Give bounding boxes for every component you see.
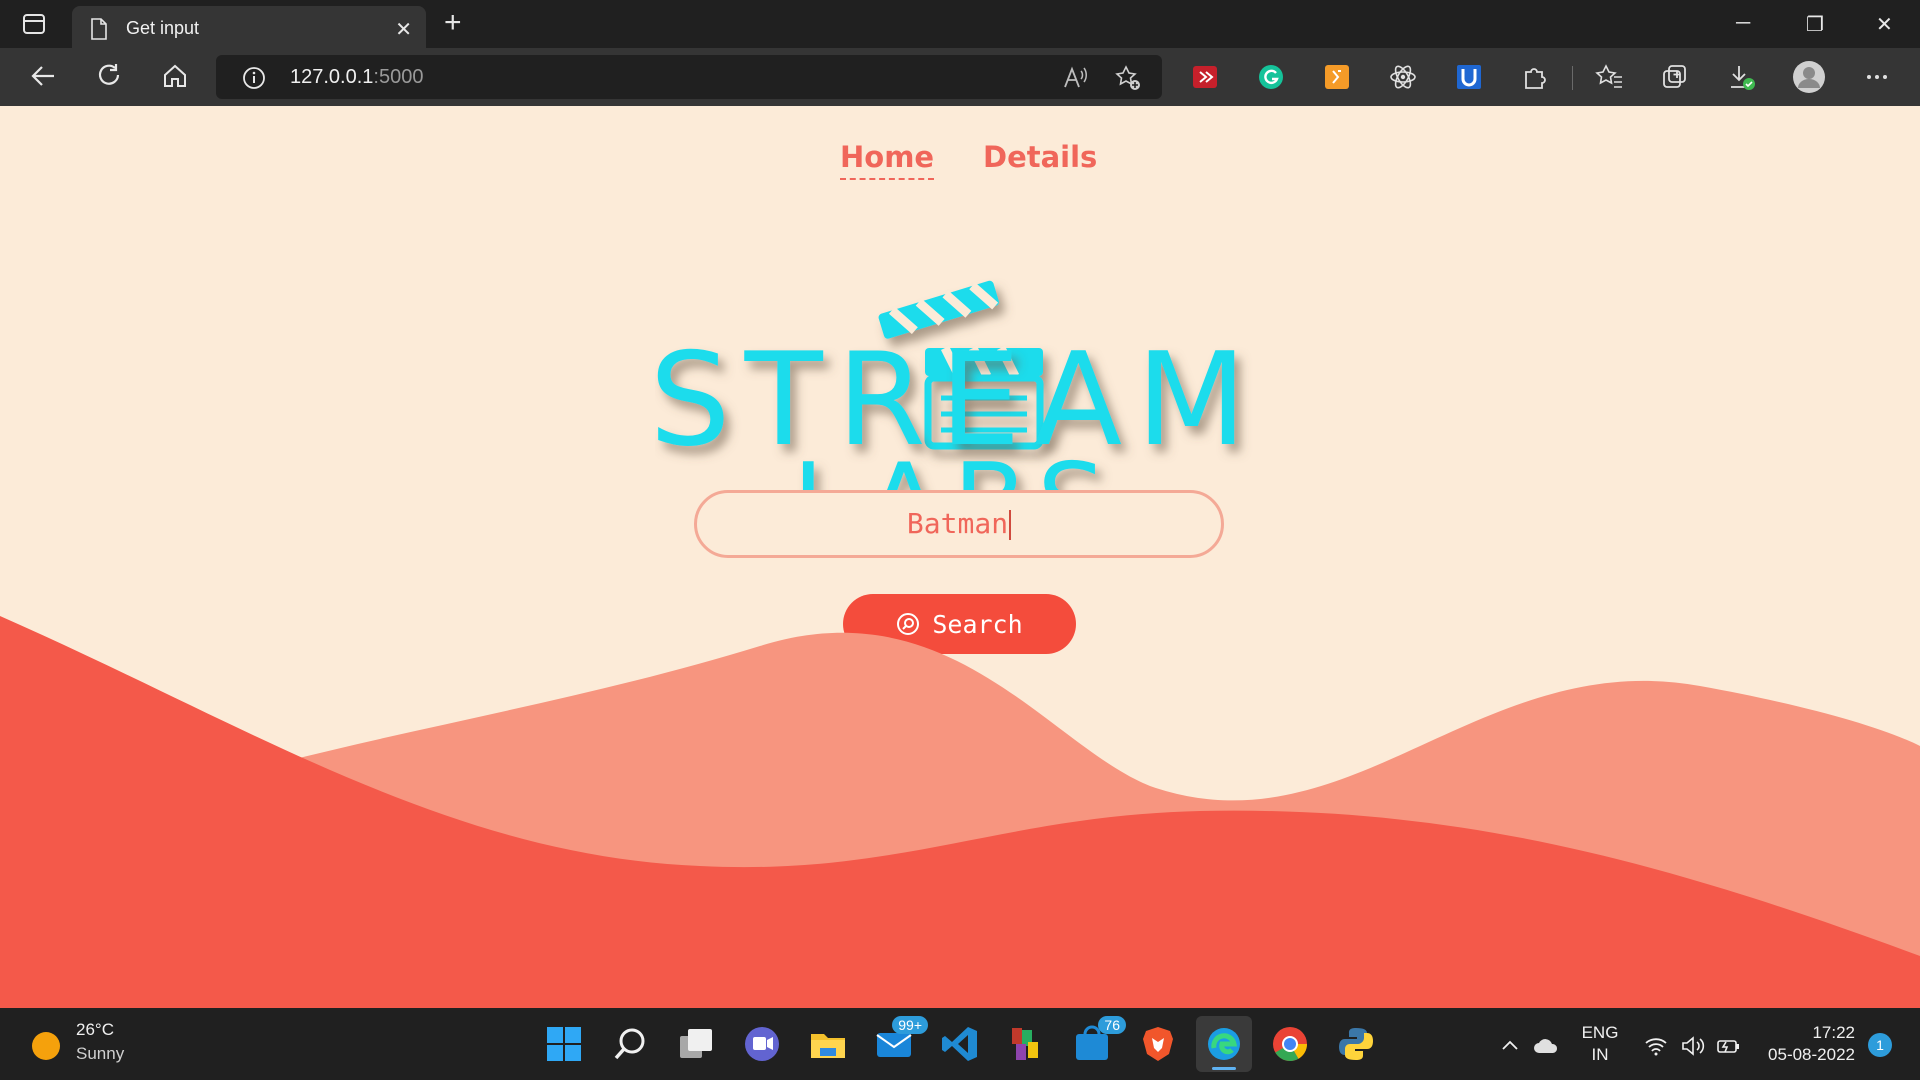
edge-browser-app-active[interactable] [1196,1016,1252,1072]
mail-badge: 99+ [892,1016,928,1034]
nav-details-link[interactable]: Details [983,140,1097,174]
vscode-icon[interactable] [940,1024,980,1064]
restore-button[interactable]: ❐ [1806,12,1824,37]
address-bar[interactable]: 127.0.0.1:5000 [216,55,1162,99]
web-page: Home Details STREAM LABS Batman Search [0,106,1920,1008]
winrar-icon[interactable] [1006,1024,1046,1064]
tab-title: Get input [126,18,200,38]
site-info-icon[interactable] [242,66,266,90]
refresh-icon[interactable] [94,61,124,91]
url-port: :5000 [373,66,424,88]
new-tab-button[interactable]: + [444,8,462,38]
mail-app[interactable]: 99+ [874,1016,928,1064]
extension-blue-icon[interactable] [1454,62,1484,92]
weather-temperature: 26°C [76,1020,114,1039]
close-window-button[interactable]: ✕ [1876,12,1893,37]
nav-home-link[interactable]: Home [840,140,935,180]
file-explorer-icon[interactable] [808,1024,848,1064]
tab-actions-icon[interactable] [22,12,48,36]
task-view-icon[interactable] [676,1024,716,1064]
browser-toolbar: 127.0.0.1:5000 [0,48,1920,106]
downloads-icon[interactable] [1726,62,1756,92]
system-clock[interactable]: 17:22 05-08-2022 [1750,1022,1855,1066]
url-host: 127.0.0.1 [290,66,374,88]
clock-date: 05-08-2022 [1768,1045,1855,1064]
minimize-button[interactable]: ─ [1736,12,1750,35]
favorites-icon[interactable] [1594,62,1624,92]
extension-orange-icon[interactable] [1322,62,1352,92]
onedrive-cloud-icon[interactable] [1532,1036,1560,1056]
read-aloud-icon[interactable] [1062,65,1088,91]
wifi-icon[interactable] [1644,1036,1668,1056]
close-tab-icon[interactable]: ✕ [395,17,412,42]
back-icon[interactable] [28,61,58,91]
weather-condition: Sunny [76,1044,125,1063]
grammarly-icon[interactable] [1256,62,1286,92]
home-icon[interactable] [160,61,190,91]
teams-chat-icon[interactable] [742,1024,782,1064]
clock-time: 17:22 [1812,1023,1855,1042]
brave-browser-icon[interactable] [1138,1024,1178,1064]
decorative-waves [0,616,1920,1008]
search-taskbar-icon[interactable] [610,1024,650,1064]
taskbar: 26°C Sunny 99+ 76 ENG IN 17:22 05-08-202… [0,1008,1920,1080]
more-menu-icon[interactable] [1862,62,1892,92]
edge-icon [1208,1028,1240,1060]
input-language[interactable]: ENG IN [1580,1022,1620,1066]
extension-red-icon[interactable] [1190,62,1220,92]
add-favorite-icon[interactable] [1114,64,1142,92]
store-badge: 76 [1098,1016,1126,1034]
react-devtools-icon[interactable] [1388,62,1418,92]
region-code: IN [1591,1045,1609,1064]
profile-avatar-icon[interactable] [1792,60,1826,94]
windows-start-icon[interactable] [544,1024,584,1064]
chrome-icon[interactable] [1270,1024,1310,1064]
browser-tab-active[interactable]: Get input ✕ [72,6,426,48]
url-text: 127.0.0.1:5000 [290,66,423,89]
chevron-up-icon[interactable] [1500,1038,1520,1052]
page-icon [91,18,107,40]
collections-icon[interactable] [1660,62,1690,92]
volume-icon[interactable] [1680,1036,1706,1056]
language-code: ENG [1581,1023,1619,1042]
notification-badge[interactable]: 1 [1868,1033,1892,1057]
toolbar-divider [1572,66,1573,90]
microsoft-store-app[interactable]: 76 [1072,1016,1126,1064]
battery-charging-icon[interactable] [1716,1036,1742,1056]
browser-tab-bar: Get input ✕ + ─ ❐ ✕ [0,0,1920,48]
python-icon[interactable] [1336,1024,1376,1064]
sun-icon [32,1032,60,1060]
extensions-icon[interactable] [1520,62,1550,92]
active-app-indicator [1212,1067,1236,1070]
